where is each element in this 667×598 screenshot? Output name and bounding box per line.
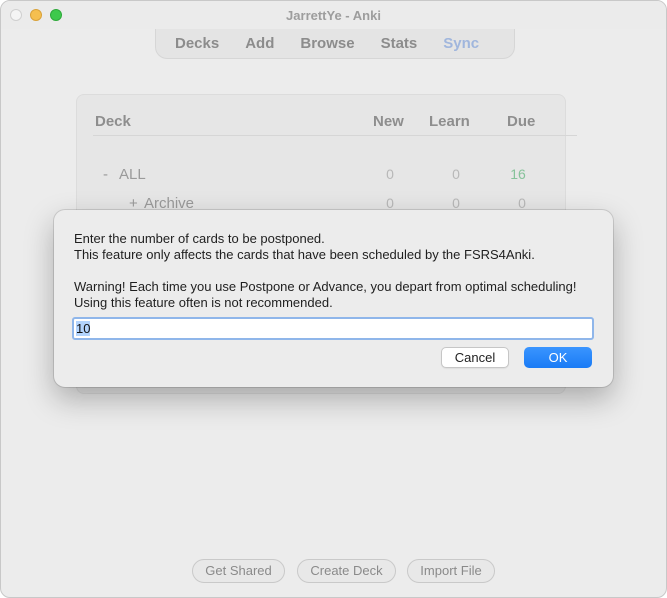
learn-count: 0 xyxy=(452,195,460,211)
toolbar-sync[interactable]: Sync xyxy=(430,30,492,58)
main-toolbar: Decks Add Browse Stats Sync xyxy=(155,29,515,59)
due-count: 16 xyxy=(510,166,526,182)
toolbar-decks[interactable]: Decks xyxy=(162,30,232,58)
ok-button[interactable]: OK xyxy=(524,347,592,368)
dialog-prompt-line: Enter the number of cards to be postpone… xyxy=(74,231,325,246)
new-count: 0 xyxy=(386,195,394,211)
header-divider xyxy=(93,135,577,136)
input-value: 10 xyxy=(76,321,91,336)
toolbar-stats[interactable]: Stats xyxy=(368,30,431,58)
learn-column-header: Learn xyxy=(429,113,470,130)
toolbar-add[interactable]: Add xyxy=(232,30,287,58)
cancel-button[interactable]: Cancel xyxy=(441,347,509,368)
deck-column-header: Deck xyxy=(95,113,131,130)
due-column-header: Due xyxy=(507,113,536,130)
new-column-header: New xyxy=(373,113,404,130)
title-bar: JarrettYe - Anki xyxy=(1,1,666,29)
postpone-dialog: Enter the number of cards to be postpone… xyxy=(54,210,613,387)
window-title: JarrettYe - Anki xyxy=(286,8,381,23)
card-count-input[interactable]: 10 xyxy=(72,317,594,340)
dialog-recommendation-line: Using this feature often is not recommen… xyxy=(74,295,333,310)
deck-name-all[interactable]: ALL xyxy=(119,166,146,183)
dialog-warning-line: Warning! Each time you use Postpone or A… xyxy=(74,279,577,294)
toolbar-browse[interactable]: Browse xyxy=(287,30,367,58)
new-count: 0 xyxy=(386,166,394,182)
due-count: 0 xyxy=(518,195,526,211)
import-file-button[interactable]: Import File xyxy=(407,559,495,583)
create-deck-button[interactable]: Create Deck xyxy=(297,559,396,583)
deck-row-all: - ALL 0 0 16 xyxy=(77,166,565,188)
dialog-info-line: This feature only affects the cards that… xyxy=(74,247,535,262)
learn-count: 0 xyxy=(452,166,460,182)
get-shared-button[interactable]: Get Shared xyxy=(192,559,285,583)
collapse-toggle[interactable]: - xyxy=(103,166,108,183)
